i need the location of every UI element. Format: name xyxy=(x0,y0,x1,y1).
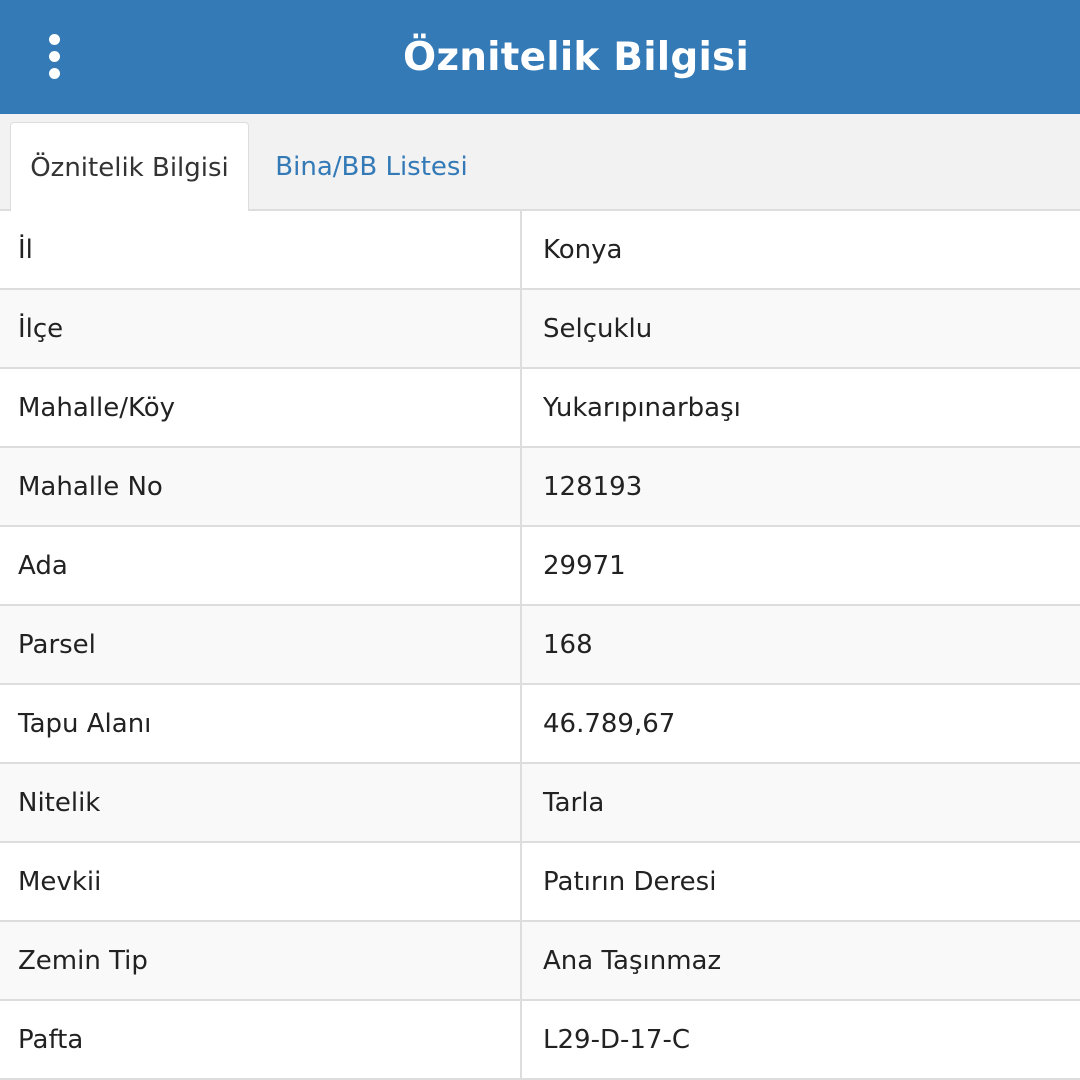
attribute-value: 128193 xyxy=(543,471,643,502)
attribute-key: Tapu Alanı xyxy=(0,685,522,762)
table-row: Mahalle/Köy Yukarıpınarbaşı xyxy=(0,369,1080,448)
table-row: İl Konya xyxy=(0,211,1080,290)
table-row: Mevkii Patırın Deresi xyxy=(0,843,1080,922)
attribute-value: 29971 xyxy=(543,550,626,581)
attribute-key: Parsel xyxy=(0,606,522,683)
table-row: Pafta L29-D-17-C xyxy=(0,1001,1080,1080)
attribute-value: 168 xyxy=(543,629,593,660)
page-title: Öznitelik Bilgisi xyxy=(402,34,750,80)
attribute-table: İl Konya İlçe Selçuklu Mahalle/Köy Yukar… xyxy=(0,211,1080,1080)
attribute-value: Konya xyxy=(543,234,623,265)
attribute-key: Nitelik xyxy=(0,764,522,841)
tab-bar: Öznitelik Bilgisi Bina/BB Listesi xyxy=(0,114,1080,213)
attribute-key: Zemin Tip xyxy=(0,922,522,999)
table-row: Mahalle No 128193 xyxy=(0,448,1080,527)
attribute-key: Mahalle No xyxy=(0,448,522,525)
attribute-key: İl xyxy=(0,211,522,288)
attribute-key: İlçe xyxy=(0,290,522,367)
table-row: Tapu Alanı 46.789,67 xyxy=(0,685,1080,764)
attribute-key: Pafta xyxy=(0,1001,522,1078)
attribute-value: Selçuklu xyxy=(543,313,653,344)
menu-dot xyxy=(48,33,60,45)
attribute-value: Patırın Deresi xyxy=(543,866,717,897)
table-row: Nitelik Tarla xyxy=(0,764,1080,843)
table-row: Zemin Tip Ana Taşınmaz xyxy=(0,922,1080,1001)
vertical-ellipsis-icon[interactable] xyxy=(36,29,72,83)
attribute-key: Mahalle/Köy xyxy=(0,369,522,446)
attribute-value: 46.789,67 xyxy=(543,708,676,739)
table-row: İlçe Selçuklu xyxy=(0,290,1080,369)
tab-building-list[interactable]: Bina/BB Listesi xyxy=(254,122,489,211)
attribute-key: Mevkii xyxy=(0,843,522,920)
app-window: Öznitelik Bilgisi Öznitelik Bilgisi Bina… xyxy=(0,0,1080,1080)
menu-dot xyxy=(48,67,60,79)
table-row: Parsel 168 xyxy=(0,606,1080,685)
attribute-key: Ada xyxy=(0,527,522,604)
tab-attribute-info[interactable]: Öznitelik Bilgisi xyxy=(10,122,249,213)
menu-dot xyxy=(48,50,60,62)
attribute-value: Ana Taşınmaz xyxy=(543,945,722,976)
attribute-value: Yukarıpınarbaşı xyxy=(543,392,741,423)
table-row: Ada 29971 xyxy=(0,527,1080,606)
attribute-value: L29-D-17-C xyxy=(543,1024,690,1055)
app-header: Öznitelik Bilgisi xyxy=(0,0,1080,114)
attribute-value: Tarla xyxy=(543,787,605,818)
